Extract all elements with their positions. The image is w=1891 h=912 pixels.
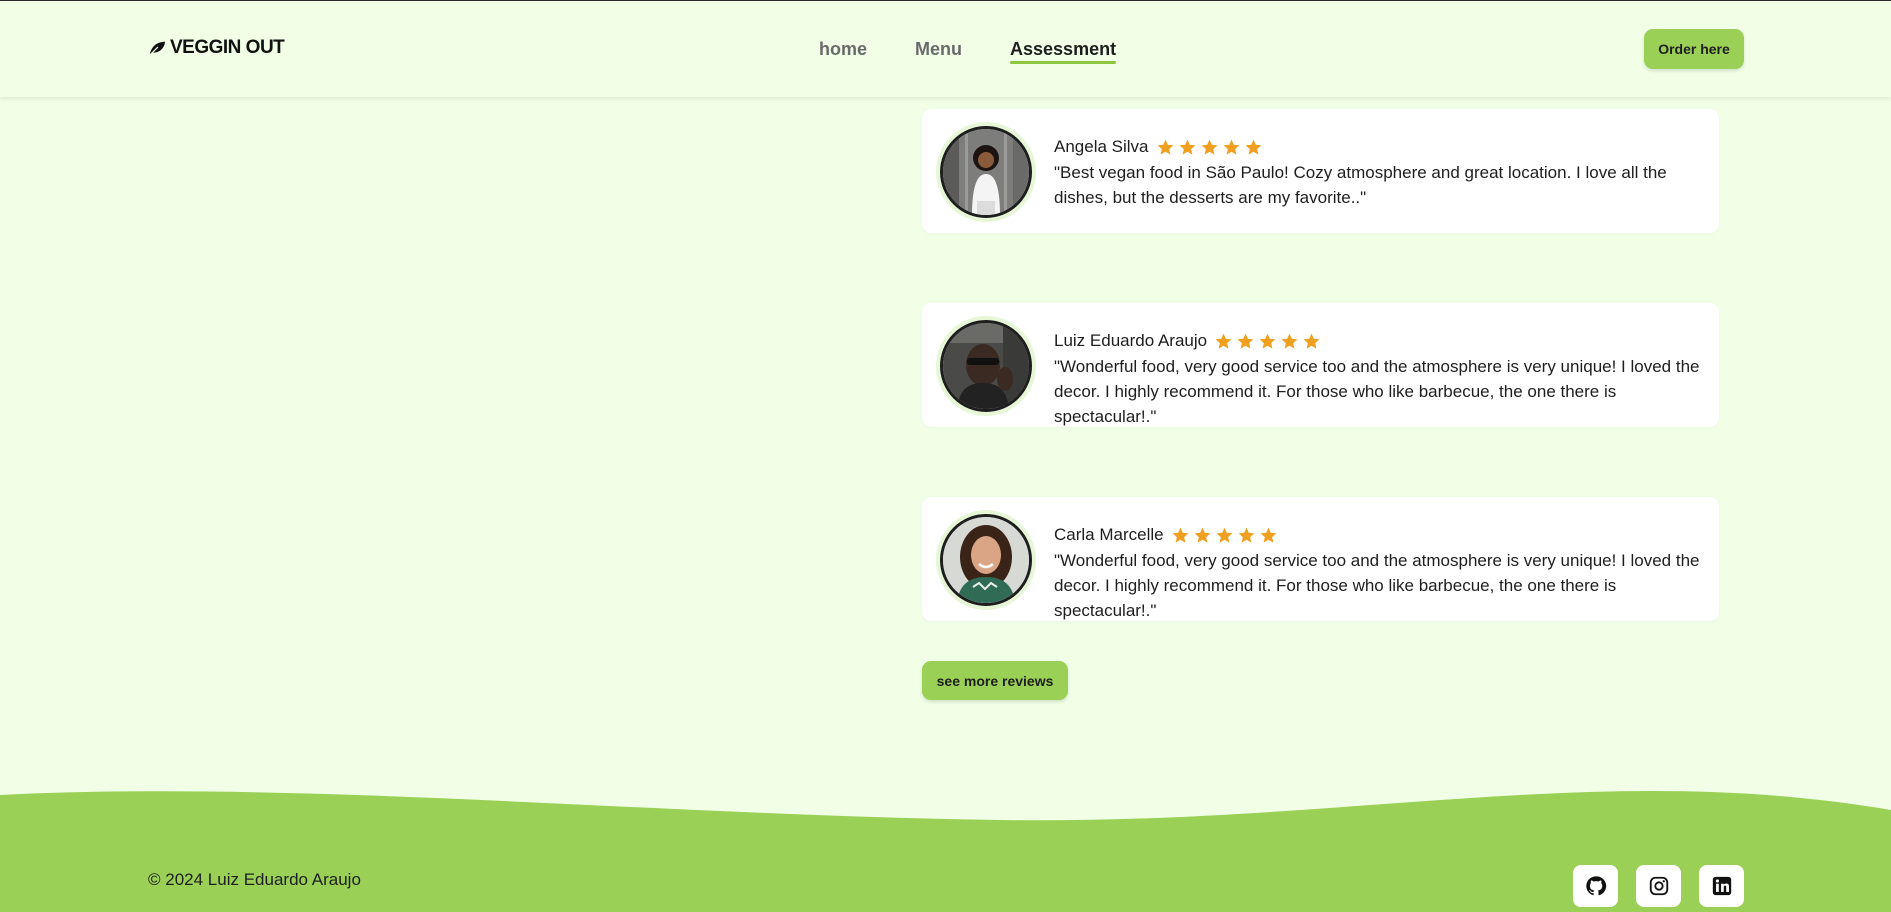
star-icon: [1244, 138, 1263, 157]
star-icon: [1259, 526, 1278, 545]
star-icon: [1156, 138, 1175, 157]
linkedin-button[interactable]: [1699, 865, 1744, 907]
star-icon: [1215, 526, 1234, 545]
star-icon: [1214, 332, 1233, 351]
order-here-button[interactable]: Order here: [1644, 29, 1744, 69]
linkedin-icon: [1712, 876, 1731, 896]
site-header: VEGGIN OUT home Menu Assessment Order he…: [0, 1, 1891, 97]
avatar: [940, 126, 1032, 218]
review-card: Carla Marcelle "Wonderful food, very goo…: [922, 497, 1719, 621]
avatar: [940, 514, 1032, 606]
star-icon: [1302, 332, 1321, 351]
star-icon: [1178, 138, 1197, 157]
reviewer-name: Luiz Eduardo Araujo: [1054, 331, 1208, 350]
brand-logo[interactable]: VEGGIN OUT: [148, 37, 285, 59]
nav-assessment[interactable]: Assessment: [1010, 39, 1117, 64]
review-text: "Wonderful food, very good service too a…: [1054, 357, 1700, 426]
reviewer-name: Angela Silva: [1054, 137, 1149, 156]
see-more-reviews-button[interactable]: see more reviews: [922, 661, 1068, 700]
star-icon: [1171, 526, 1190, 545]
brand-name: VEGGIN OUT: [170, 37, 285, 58]
reviewer-name: Carla Marcelle: [1054, 525, 1164, 544]
copyright-text: © 2024 Luiz Eduardo Araujo: [148, 870, 361, 889]
nav-home[interactable]: home: [819, 39, 867, 60]
star-icon: [1193, 526, 1212, 545]
avatar: [940, 320, 1032, 412]
github-icon: [1585, 876, 1606, 896]
star-icon: [1280, 332, 1299, 351]
star-icon: [1200, 138, 1219, 157]
star-icon: [1236, 332, 1255, 351]
review-text: "Best vegan food in São Paulo! Cozy atmo…: [1054, 163, 1667, 207]
star-icon: [1237, 526, 1256, 545]
star-icon: [1222, 138, 1241, 157]
leaf-icon: [149, 41, 166, 56]
star-icon: [1258, 332, 1277, 351]
github-button[interactable]: [1573, 865, 1618, 907]
review-text: "Wonderful food, very good service too a…: [1054, 551, 1700, 620]
main-nav: home Menu Assessment: [819, 39, 1164, 64]
review-card: Luiz Eduardo Araujo "Wonderful food, ver…: [922, 303, 1719, 427]
instagram-icon: [1649, 876, 1668, 896]
instagram-button[interactable]: [1636, 865, 1681, 907]
nav-menu[interactable]: Menu: [915, 39, 962, 60]
review-card: Angela Silva "Best vegan food in São Pau…: [922, 109, 1719, 233]
